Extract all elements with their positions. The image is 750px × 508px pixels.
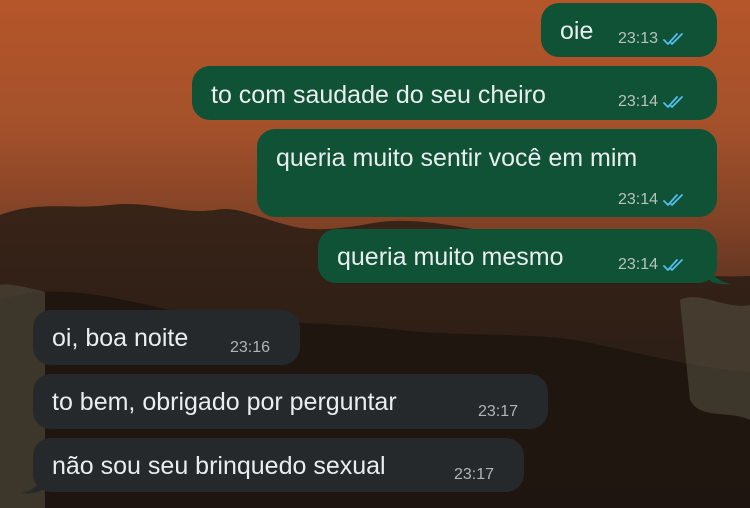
message-bubble-incoming[interactable]: to bem, obrigado por perguntar 23:17: [33, 374, 548, 429]
bubble-tail-outgoing: [710, 269, 731, 285]
message-time: 23:17: [454, 466, 495, 483]
message-meta: 23:14: [618, 256, 685, 274]
read-double-check-icon: [663, 194, 683, 206]
message-bubble-incoming[interactable]: oi, boa noite 23:16: [33, 310, 300, 365]
message-time: 23:14: [618, 256, 659, 273]
message-bubble-incoming[interactable]: não sou seu brinquedo sexual 23:17: [33, 438, 524, 492]
message-bubble-outgoing[interactable]: queria muito mesmo 23:14: [318, 229, 717, 283]
message-bubble-outgoing[interactable]: to com saudade do seu cheiro 23:14: [192, 66, 717, 120]
read-double-check-icon: [663, 96, 683, 108]
message-time: 23:17: [478, 403, 519, 420]
message-meta: 23:14: [618, 93, 685, 111]
read-double-check-icon: [663, 33, 683, 45]
message-meta: 23:14: [618, 191, 685, 209]
message-bubble-outgoing[interactable]: oie 23:13: [541, 3, 717, 57]
message-text: to bem, obrigado por perguntar: [52, 388, 397, 416]
message-time: 23:16: [230, 339, 271, 356]
bubble-tail-incoming: [21, 478, 42, 494]
message-meta: 23:17: [478, 403, 518, 421]
message-time: 23:13: [618, 30, 659, 47]
message-text: oi, boa noite: [52, 324, 189, 352]
message-text: queria muito sentir você em mim: [276, 144, 638, 172]
message-time: 23:14: [618, 93, 659, 110]
message-text: oie: [560, 17, 594, 45]
message-text: to com saudade do seu cheiro: [211, 81, 546, 109]
message-time: 23:14: [618, 191, 659, 208]
message-bubble-outgoing[interactable]: queria muito sentir você em mim 23:14: [257, 129, 717, 217]
message-text: queria muito mesmo: [337, 243, 564, 271]
message-text: não sou seu brinquedo sexual: [52, 452, 386, 480]
message-meta: 23:17: [454, 466, 494, 484]
message-meta: 23:16: [230, 339, 270, 357]
message-meta: 23:13: [618, 30, 685, 48]
read-double-check-icon: [663, 259, 683, 271]
